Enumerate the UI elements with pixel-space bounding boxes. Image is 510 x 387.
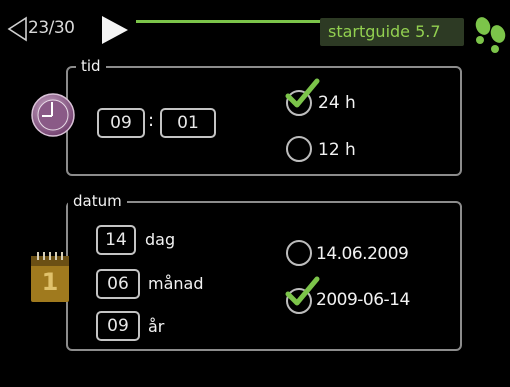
calendar-icon: 1 bbox=[28, 248, 72, 304]
radio-ring bbox=[286, 136, 312, 162]
hours-field[interactable]: 09 bbox=[97, 108, 145, 138]
arrow-right-icon bbox=[102, 16, 128, 44]
footsteps-icon bbox=[475, 17, 506, 53]
year-field[interactable]: 09 bbox=[96, 311, 140, 341]
month-field[interactable]: 06 bbox=[96, 269, 140, 299]
page-title: startguide 5.7 bbox=[328, 22, 441, 41]
radio-12h-label: 12 h bbox=[318, 140, 356, 160]
radio-ring bbox=[286, 240, 312, 266]
radio-date-format-dmy-label: 14.06.2009 bbox=[316, 244, 409, 264]
radio-24h-label: 24 h bbox=[318, 93, 356, 113]
date-group-legend: datum bbox=[68, 192, 127, 210]
page-counter: 23/30 bbox=[28, 18, 75, 38]
day-label: dag bbox=[145, 230, 176, 249]
calendar-day-number: 1 bbox=[41, 268, 59, 296]
minutes-field[interactable]: 01 bbox=[160, 108, 216, 138]
help-button[interactable] bbox=[470, 12, 510, 60]
time-group-legend: tid bbox=[76, 57, 106, 75]
header-divider bbox=[136, 20, 322, 23]
checkmark-icon bbox=[285, 276, 320, 306]
time-separator: : bbox=[148, 110, 155, 131]
back-arrow-button[interactable] bbox=[6, 16, 28, 42]
year-label: år bbox=[148, 317, 165, 336]
radio-24h[interactable]: 24 h bbox=[285, 78, 366, 116]
radio-date-format-iso-label: 2009-06-14 bbox=[316, 290, 410, 310]
clock-icon bbox=[30, 92, 76, 138]
arrow-left-icon bbox=[7, 16, 27, 42]
day-field[interactable]: 14 bbox=[96, 225, 136, 255]
radio-date-format-dmy[interactable]: 14.06.2009 bbox=[286, 240, 436, 270]
checkmark-icon bbox=[285, 78, 320, 108]
month-label: månad bbox=[148, 274, 204, 293]
radio-12h[interactable]: 12 h bbox=[286, 136, 366, 166]
forward-arrow-button[interactable] bbox=[99, 14, 131, 46]
radio-date-format-iso[interactable]: 2009-06-14 bbox=[285, 276, 436, 314]
